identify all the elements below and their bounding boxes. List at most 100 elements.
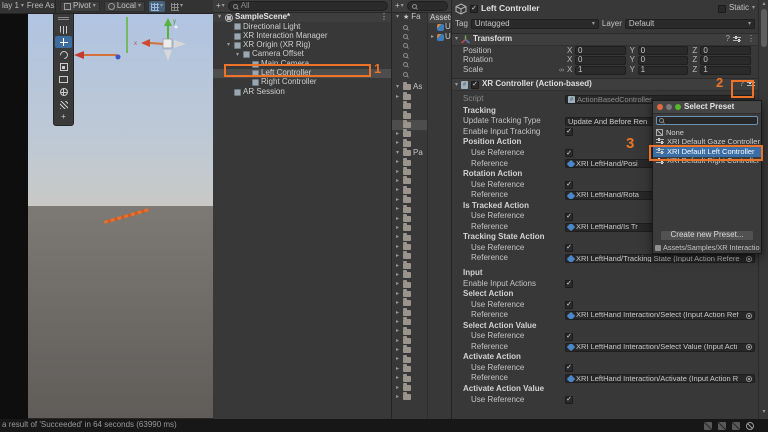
asset-folder-item[interactable]: ▸ <box>392 130 427 139</box>
expand-arrow-icon[interactable]: ▸ <box>394 300 401 307</box>
scroll-up-icon[interactable]: ▴ <box>759 1 768 8</box>
custom-tool-button[interactable] <box>55 99 72 111</box>
expand-arrow-icon[interactable]: ▾ <box>394 84 401 91</box>
expand-arrow-icon[interactable]: ▸ <box>394 272 401 279</box>
scene-view[interactable]: y x + <box>28 14 213 418</box>
help-icon[interactable]: ? <box>726 35 730 44</box>
preset-search-input[interactable] <box>656 116 758 125</box>
asset-folder-item[interactable] <box>392 102 427 111</box>
console-error-icon[interactable] <box>732 422 740 430</box>
object-picker-icon[interactable] <box>746 313 752 319</box>
package-folder-item[interactable]: ▸ <box>392 177 427 186</box>
pivot-toggle-button[interactable]: Pivot▾ <box>60 1 100 12</box>
object-picker-icon[interactable] <box>746 344 752 350</box>
scene-options-icon[interactable]: ⋮ <box>380 13 388 22</box>
package-folder-item[interactable]: ▸ <box>392 280 427 289</box>
expand-arrow-icon[interactable]: ▸ <box>394 375 401 382</box>
rotation-x-field[interactable]: 0 <box>575 56 626 65</box>
expand-arrow-icon[interactable]: ▸ <box>394 178 401 185</box>
transform-component-header[interactable]: ▾ Transform ? ⋮ <box>452 33 758 46</box>
expand-arrow-icon[interactable]: ▾ <box>216 14 223 21</box>
close-icon[interactable] <box>657 104 663 110</box>
expand-arrow-icon[interactable]: ▸ <box>394 140 401 147</box>
expand-arrow-icon[interactable]: ▸ <box>394 216 401 223</box>
minimize-icon[interactable] <box>666 104 672 110</box>
scale-tool-button[interactable] <box>55 61 72 73</box>
expand-arrow-icon[interactable]: ▾ <box>394 14 401 21</box>
expand-arrow-icon[interactable]: ▸ <box>394 385 401 392</box>
package-folder-item[interactable]: ▸ <box>392 308 427 317</box>
hierarchy-create-button[interactable]: +▾ <box>216 2 225 11</box>
project-search-input[interactable] <box>407 1 448 11</box>
package-folder-item[interactable]: ▸ <box>392 224 427 233</box>
saved-search-item[interactable] <box>392 51 427 60</box>
expand-arrow-icon[interactable]: ▸ <box>394 328 401 335</box>
assets-folder[interactable]: ▾As <box>392 83 427 92</box>
package-folder-item[interactable]: ▸ <box>392 393 427 402</box>
property-checkbox[interactable]: ✓ <box>565 333 573 341</box>
hierarchy-item-ar-session[interactable]: AR Session <box>213 87 391 96</box>
package-folder-item[interactable]: ▸ <box>392 299 427 308</box>
property-checkbox[interactable]: ✓ <box>565 181 573 189</box>
rotate-tool-button[interactable] <box>55 49 72 61</box>
preset-icon[interactable] <box>733 36 741 44</box>
hierarchy-search-input[interactable]: All <box>228 1 388 11</box>
saved-search-item[interactable] <box>392 69 427 78</box>
more-menu-icon[interactable]: ⋮ <box>747 35 755 44</box>
package-folder-item[interactable]: ▸ <box>392 271 427 280</box>
move-tool-button[interactable] <box>55 36 72 48</box>
expand-arrow-icon[interactable]: ▸ <box>394 253 401 260</box>
package-folder-item[interactable]: ▸ <box>392 355 427 364</box>
package-folder-item[interactable]: ▸ <box>392 346 427 355</box>
help-icon[interactable]: ? <box>740 80 744 89</box>
position-y-field[interactable]: 0 <box>638 46 689 55</box>
saved-search-item[interactable] <box>392 60 427 69</box>
package-folder-item[interactable]: ▸ <box>392 158 427 167</box>
expand-arrow-icon[interactable]: ▸ <box>394 347 401 354</box>
scale-y-field[interactable]: 1 <box>638 66 689 75</box>
package-folder-item[interactable]: ▸ <box>392 261 427 270</box>
preset-item-xri-default-left-controller[interactable]: XRI Default Left Controller <box>653 147 761 157</box>
layer-dropdown[interactable]: Default▾ <box>625 19 755 29</box>
scrollbar-thumb[interactable] <box>761 9 767 47</box>
packages-folder[interactable]: ▾Pa <box>392 148 427 157</box>
expand-arrow-icon[interactable]: ▸ <box>394 366 401 373</box>
expand-arrow-icon[interactable]: ▸ <box>394 131 401 138</box>
rotation-y-field[interactable]: 0 <box>638 56 689 65</box>
console-info-icon[interactable] <box>704 422 712 430</box>
expand-arrow-icon[interactable]: ▸ <box>394 187 401 194</box>
expand-arrow-icon[interactable]: ▸ <box>394 319 401 326</box>
console-warning-icon[interactable] <box>718 422 726 430</box>
reference-field[interactable]: XRI LeftHand Interaction/Select (Input A… <box>565 311 755 320</box>
scale-z-field[interactable]: 1 <box>700 66 751 75</box>
expand-arrow-icon[interactable]: ▸ <box>394 244 401 251</box>
property-checkbox[interactable]: ✓ <box>565 149 573 157</box>
maximize-icon[interactable] <box>675 104 681 110</box>
package-folder-item[interactable]: ▸ <box>392 252 427 261</box>
package-folder-item[interactable]: ▸ <box>392 336 427 345</box>
expand-arrow-icon[interactable]: ▸ <box>394 234 401 241</box>
rotation-z-field[interactable]: 0 <box>700 56 751 65</box>
property-checkbox[interactable]: ✓ <box>565 364 573 372</box>
static-checkbox[interactable] <box>718 5 726 13</box>
rect-tool-button[interactable] <box>55 74 72 86</box>
handle-orientation-button[interactable]: Local▾ <box>104 1 145 12</box>
component-enabled-checkbox[interactable]: ✓ <box>471 81 479 89</box>
preset-item-none[interactable]: None <box>653 128 761 138</box>
expand-arrow-icon[interactable]: ▸ <box>394 169 401 176</box>
progress-indicator-icon[interactable] <box>746 422 754 430</box>
xr-controller-component-header[interactable]: ▾ # ✓ XR Controller (Action-based) ? <box>452 78 758 91</box>
expand-arrow-icon[interactable]: ▸ <box>429 34 436 41</box>
expand-arrow-icon[interactable]: ▾ <box>225 42 232 49</box>
static-dropdown-icon[interactable]: ▾ <box>752 5 755 12</box>
foldout-arrow-icon[interactable]: ▾ <box>455 82 458 89</box>
favorites-folder[interactable]: ▾★Fa <box>392 13 427 22</box>
position-z-field[interactable]: 0 <box>700 46 751 55</box>
preset-icon[interactable] <box>747 81 755 89</box>
package-folder-item[interactable]: ▸ <box>392 374 427 383</box>
increment-snap-button[interactable]: ▾ <box>169 1 185 12</box>
package-folder-item[interactable]: ▸ <box>392 233 427 242</box>
package-folder-item[interactable]: ▸ <box>392 186 427 195</box>
hand-tool-button[interactable] <box>55 24 72 36</box>
asset-folder-item[interactable] <box>392 111 427 120</box>
